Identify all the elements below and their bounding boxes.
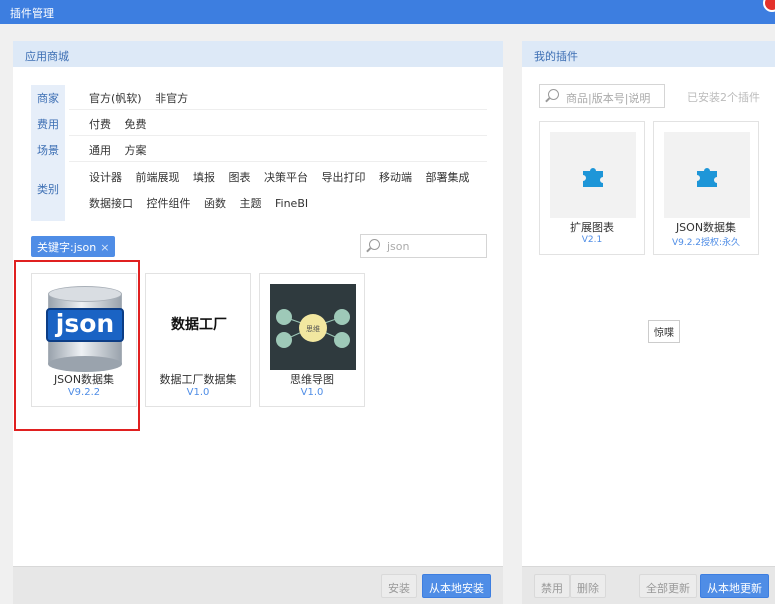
filter-key-vendor: 商家 [37, 92, 59, 105]
plugin-version: V1.0 [300, 387, 324, 398]
plugin-name: 数据工厂数据集 [159, 373, 237, 386]
search-icon [369, 239, 380, 250]
close-icon[interactable]: × [100, 241, 109, 254]
plugin-version: V1.0 [186, 387, 210, 398]
install-local-button[interactable]: 从本地安装 [422, 574, 491, 598]
plugin-card-mind-map[interactable]: 思维 思维导图 V1.0 [259, 273, 365, 407]
filter-option[interactable]: 方案 [125, 144, 147, 157]
close-icon[interactable] [763, 0, 775, 12]
store-footer: 安装 从本地安装 [13, 566, 503, 604]
filter-option[interactable]: 设计器 [89, 171, 122, 184]
filter-option[interactable]: 图表 [229, 171, 251, 184]
filter-option[interactable]: 官方(帆软) [89, 92, 142, 105]
filter-option[interactable]: 控件组件 [147, 197, 191, 210]
filter-row-category: 设计器 前端展现 填报 图表 决策平台 导出打印 移动端 部署集成 [89, 169, 480, 185]
disable-button[interactable]: 禁用 [534, 574, 570, 598]
puzzle-icon [697, 168, 717, 187]
title-bar: 插件管理 [0, 0, 775, 24]
factory-logo-text: 数据工厂 [171, 317, 227, 333]
store-search-value: json [387, 240, 410, 253]
my-plugins-search-placeholder: 商品|版本号|说明 [566, 92, 651, 105]
delete-button[interactable]: 删除 [570, 574, 606, 598]
divider [69, 161, 487, 162]
divider [69, 135, 487, 136]
filter-option[interactable]: 非官方 [155, 92, 188, 105]
store-header: 应用商城 [13, 41, 503, 67]
mind-map-center-text: 思维 [306, 324, 320, 333]
installed-plugin-card[interactable]: JSON数据集 V9.2.2授权:永久 [653, 121, 759, 255]
filter-option[interactable]: 付费 [89, 118, 111, 131]
plugin-card-data-factory[interactable]: 数据工厂 数据工厂数据集 V1.0 [145, 273, 251, 407]
plugin-name: 扩展图表 [570, 221, 614, 234]
keyword-tag[interactable]: 关键字:json × [31, 236, 116, 257]
tooltip: 惊喋 [648, 320, 680, 343]
my-plugins-header: 我的插件 [522, 41, 775, 67]
filter-row-vendor: 官方(帆软) 非官方 [89, 90, 198, 106]
search-icon [548, 89, 559, 100]
plugin-name: JSON数据集 [675, 221, 737, 234]
filter-row-scene: 通用 方案 [89, 142, 157, 158]
plugin-name: 思维导图 [290, 373, 334, 386]
filter-option[interactable]: 前端展现 [136, 171, 180, 184]
filter-option[interactable]: 数据接口 [89, 197, 133, 210]
filter-option[interactable]: 填报 [193, 171, 215, 184]
keyword-tag-label: 关键字:json [37, 241, 97, 254]
my-plugins-panel: 我的插件 商品|版本号|说明 已安装2个插件 扩展图表 V2.1 JSON数据集… [522, 41, 775, 604]
filter-key-scene: 场景 [37, 144, 59, 157]
filter-option[interactable]: 移动端 [379, 171, 412, 184]
my-plugins-footer: 禁用 删除 全部更新 从本地更新 [522, 566, 775, 604]
filter-option[interactable]: FineBI [275, 197, 308, 210]
filter-option[interactable]: 免费 [125, 118, 147, 131]
plugin-version: V2.1 [581, 235, 603, 245]
filter-option[interactable]: 导出打印 [322, 171, 366, 184]
puzzle-icon [583, 168, 603, 187]
store-search-input[interactable]: json [360, 234, 487, 258]
selection-highlight [14, 260, 140, 431]
filter-option[interactable]: 函数 [204, 197, 226, 210]
installed-plugin-card[interactable]: 扩展图表 V2.1 [539, 121, 645, 255]
update-all-button[interactable]: 全部更新 [639, 574, 697, 598]
mind-map-icon: 思维 [270, 284, 356, 370]
filter-key-cost: 费用 [37, 118, 59, 131]
update-local-button[interactable]: 从本地更新 [700, 574, 769, 598]
filter-option[interactable]: 决策平台 [264, 171, 308, 184]
my-plugins-search-input[interactable]: 商品|版本号|说明 [539, 84, 665, 108]
filter-box: 商家 费用 场景 类别 官方(帆软) 非官方 付费 免费 通用 方案 设计器 前… [31, 85, 487, 221]
filter-option[interactable]: 通用 [89, 144, 111, 157]
filter-key-category: 类别 [37, 183, 59, 196]
installed-count: 已安装2个插件 [687, 91, 760, 104]
filter-option[interactable]: 部署集成 [426, 171, 470, 184]
divider [69, 109, 487, 110]
data-factory-logo: 数据工厂 [156, 284, 242, 370]
plugin-version: V9.2.2授权:永久 [671, 238, 741, 248]
filter-row-cost: 付费 免费 [89, 116, 157, 132]
filter-option[interactable]: 主题 [240, 197, 262, 210]
window-title: 插件管理 [10, 7, 54, 20]
install-button[interactable]: 安装 [381, 574, 417, 598]
filter-row-category-2: 数据接口 控件组件 函数 主题 FineBI [89, 195, 318, 211]
